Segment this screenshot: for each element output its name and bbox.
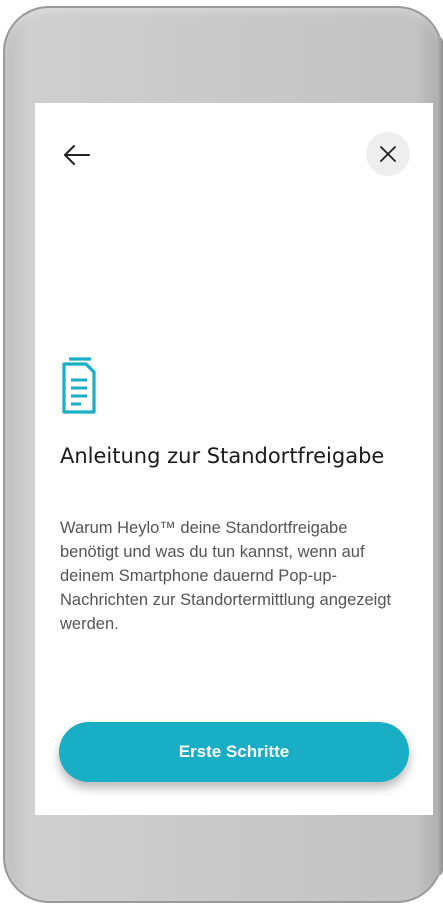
get-started-button[interactable]: Erste Schritte (59, 722, 409, 782)
app-screen: Anleitung zur Standortfreigabe Warum Hey… (35, 103, 433, 815)
arrow-left-icon (61, 139, 93, 171)
document-icon (60, 356, 100, 416)
phone-frame: Anleitung zur Standortfreigabe Warum Hey… (3, 6, 443, 903)
description-text: Warum Heylo™ deine Standortfreigabe benö… (60, 519, 392, 633)
back-button[interactable] (61, 139, 93, 171)
page-title: Anleitung zur Standortfreigabe (60, 444, 385, 468)
close-icon (366, 132, 410, 176)
phone-side-edge (437, 36, 443, 876)
close-button[interactable] (366, 132, 410, 176)
